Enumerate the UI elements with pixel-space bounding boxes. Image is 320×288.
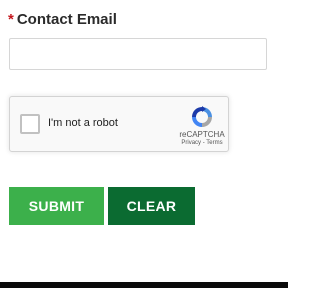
bottom-bar <box>0 282 288 288</box>
recaptcha-widget: I'm not a robot reCAPTCHA Privacy - Term… <box>9 96 229 152</box>
recaptcha-checkbox[interactable] <box>20 114 40 134</box>
submit-button[interactable]: SUBMIT <box>9 187 104 225</box>
required-marker: * <box>8 11 14 28</box>
contact-email-label-text: Contact Email <box>16 11 117 28</box>
recaptcha-label: I'm not a robot <box>48 117 118 129</box>
recaptcha-brand: reCAPTCHA <box>179 130 225 139</box>
contact-email-label: * Contact Email <box>8 11 117 28</box>
recaptcha-terms-link[interactable]: Terms <box>206 140 222 146</box>
clear-button[interactable]: CLEAR <box>108 187 195 225</box>
contact-email-input[interactable] <box>9 38 267 70</box>
recaptcha-links: Privacy - Terms <box>174 140 230 146</box>
recaptcha-privacy-link[interactable]: Privacy <box>181 140 201 146</box>
contact-form-page: * Contact Email I'm not a robot reCAPTCHA… <box>0 0 288 288</box>
recaptcha-logo-icon <box>192 106 212 127</box>
